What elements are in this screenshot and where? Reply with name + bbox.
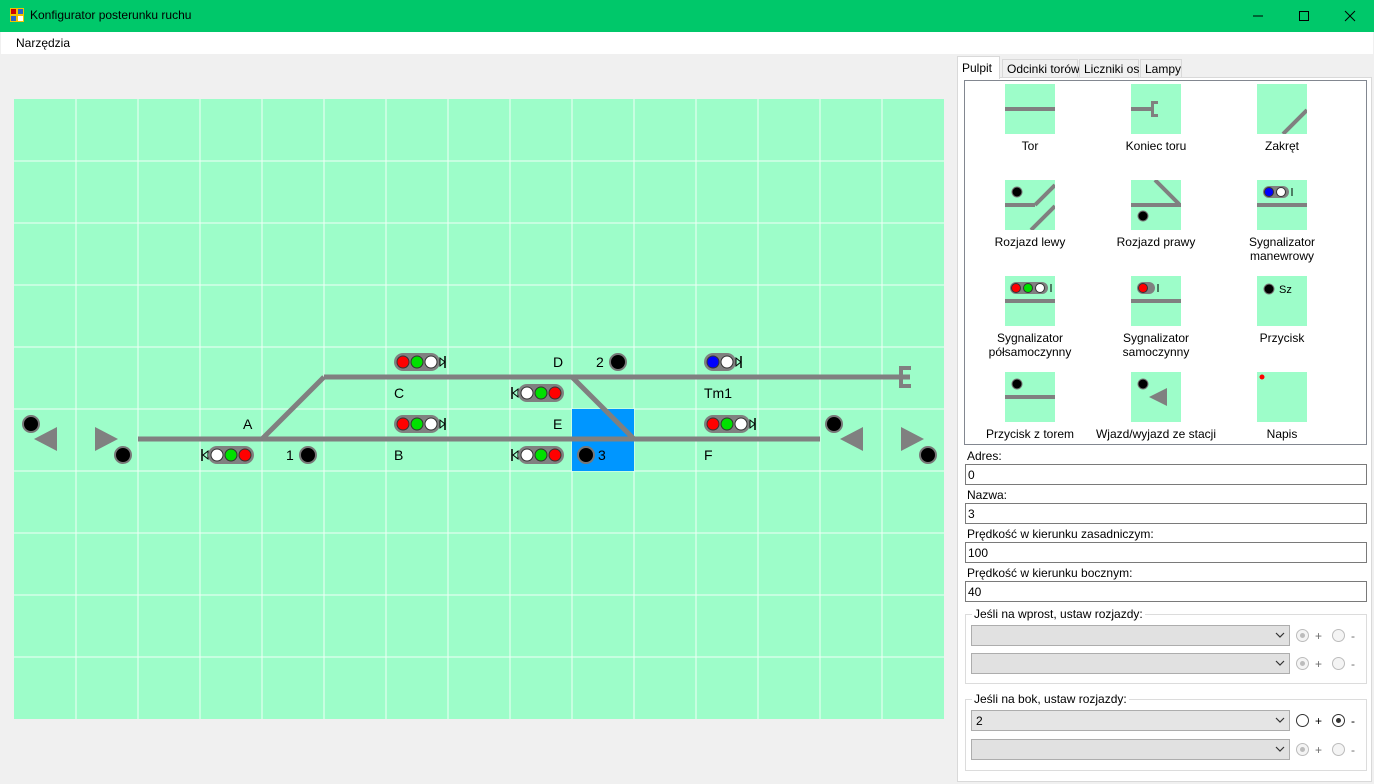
side-1-plus-radio[interactable]: [1296, 714, 1309, 727]
button-2[interactable]: [609, 353, 627, 371]
curve-icon: [1281, 108, 1307, 134]
layout-diagram: [14, 99, 944, 719]
tab-pulpit[interactable]: Pulpit: [957, 56, 1000, 79]
straight-2-plus-radio[interactable]: [1296, 657, 1309, 670]
maximize-icon: [1299, 11, 1309, 21]
chevron-down-icon: [1275, 746, 1285, 752]
signal-c[interactable]: [394, 353, 446, 371]
track-icon: [1005, 107, 1055, 111]
layout-grid[interactable]: A 1 C B D 2 E 3 Tm1 F: [14, 99, 944, 719]
palette-item-button[interactable]: Sz Przycisk: [1219, 276, 1345, 345]
label-b: B: [394, 447, 404, 463]
label-3: 3: [598, 447, 606, 463]
palette-item-button-with-track[interactable]: Przycisk z torem: [967, 372, 1093, 441]
side-switches-group: Jeśli na bok, ustaw rozjazdy: 2 + - + -: [965, 692, 1367, 771]
title-bar: Konfigurator posterunku ruchu: [0, 0, 1374, 32]
chevron-down-icon: [1275, 660, 1285, 666]
side-1-minus-radio[interactable]: [1332, 714, 1345, 727]
button-3[interactable]: [577, 446, 595, 464]
name-field[interactable]: 3: [965, 503, 1367, 524]
close-icon: [1344, 10, 1356, 22]
grid-lines: [14, 99, 944, 719]
switch-left-icon: [1005, 183, 1055, 230]
label-f: F: [704, 447, 713, 463]
station-entry-left[interactable]: [22, 415, 57, 451]
close-button[interactable]: [1327, 0, 1373, 32]
signal-a[interactable]: [201, 446, 254, 464]
side-group-legend: Jeśli na bok, ustaw rozjazdy:: [972, 692, 1129, 706]
switch-1-branch[interactable]: [260, 375, 326, 441]
chevron-down-icon: [1275, 632, 1285, 638]
label-e: E: [553, 416, 563, 432]
auto-signal-icon: [1131, 282, 1181, 303]
button-track-icon: [1005, 378, 1055, 399]
palette-item-switch-left[interactable]: Rozjazd lewy: [967, 180, 1093, 249]
menu-tools[interactable]: Narzędzia: [16, 36, 70, 50]
tab-page-pulpit: Tor Koniec toru Zakręt Rozjazd lewy Rozj…: [957, 77, 1372, 782]
station-exit-right[interactable]: [901, 427, 937, 464]
name-label: Nazwa:: [967, 488, 1008, 502]
speed-side-label: Prędkość w kierunku bocznym:: [967, 566, 1133, 580]
minimize-button[interactable]: [1235, 0, 1281, 32]
menu-bar: Narzędzia: [1, 32, 1373, 54]
label-d: D: [553, 354, 564, 370]
straight-group-legend: Jeśli na wprost, ustaw rozjazdy:: [972, 607, 1145, 621]
straight-switches-group: Jeśli na wprost, ustaw rozjazdy: + - + -: [965, 607, 1367, 684]
station-exit-left[interactable]: [95, 427, 132, 464]
tab-track-sections[interactable]: Odcinki torów: [1002, 59, 1080, 78]
side-2-plus-radio[interactable]: [1296, 743, 1309, 756]
label-tm1: Tm1: [704, 385, 732, 401]
label-2: 2: [596, 354, 604, 370]
station-entry-icon: [1137, 378, 1167, 406]
palette-item-track[interactable]: Tor: [967, 84, 1093, 153]
side-switch-combo-1[interactable]: 2: [971, 710, 1290, 731]
straight-2-minus-radio[interactable]: [1332, 657, 1345, 670]
button-1[interactable]: [299, 446, 317, 464]
straight-switch-combo-1[interactable]: [971, 625, 1290, 646]
tab-axle-counters[interactable]: Liczniki osi: [1079, 59, 1142, 78]
window-title: Konfigurator posterunku ruchu: [30, 8, 192, 22]
address-label: Adres:: [967, 449, 1002, 463]
palette-item-semi-auto-signal[interactable]: Sygnalizator półsamoczynny: [967, 276, 1093, 359]
button-icon: Sz: [1263, 283, 1292, 296]
signal-e[interactable]: [511, 446, 564, 464]
palette-item-curve[interactable]: Zakręt: [1219, 84, 1345, 153]
signal-f[interactable]: [704, 415, 756, 433]
label-a: A: [243, 416, 253, 432]
palette-item-station-entry[interactable]: Wjazd/wyjazd ze stacji: [1093, 372, 1219, 441]
label-1: 1: [286, 447, 294, 463]
element-palette: Tor Koniec toru Zakręt Rozjazd lewy Rozj…: [964, 80, 1367, 445]
properties-panel: Pulpit Odcinki torów Liczniki osi Lampy …: [955, 54, 1374, 784]
label-c: C: [394, 385, 405, 401]
speed-main-field[interactable]: 100: [965, 542, 1367, 563]
speed-main-label: Prędkość w kierunku zasadniczym:: [967, 527, 1154, 541]
palette-item-track-end[interactable]: Koniec toru: [1093, 84, 1219, 153]
speed-side-field[interactable]: 40: [965, 581, 1367, 602]
chevron-down-icon: [1275, 717, 1285, 723]
side-2-minus-radio[interactable]: [1332, 743, 1345, 756]
button-icon-text: Sz: [1279, 284, 1292, 296]
straight-1-plus-radio[interactable]: [1296, 629, 1309, 642]
tab-lamps[interactable]: Lampy: [1140, 59, 1182, 78]
palette-item-shunting-signal[interactable]: Sygnalizator manewrowy: [1219, 180, 1345, 263]
signal-b[interactable]: [394, 415, 446, 433]
side-switch-combo-2[interactable]: [971, 739, 1290, 760]
semi-auto-signal-icon: [1005, 282, 1055, 303]
palette-item-label[interactable]: Napis: [1219, 372, 1345, 441]
switch-right-icon: [1131, 180, 1181, 222]
signal-tm1[interactable]: [704, 353, 742, 371]
label-icon: [1259, 374, 1265, 380]
straight-1-minus-radio[interactable]: [1332, 629, 1345, 642]
maximize-button[interactable]: [1281, 0, 1327, 32]
palette-item-auto-signal[interactable]: Sygnalizator samoczynny: [1093, 276, 1219, 359]
app-icon: [10, 8, 24, 22]
station-entry-right[interactable]: [825, 415, 863, 451]
track-end-icon: [1131, 101, 1158, 117]
address-field[interactable]: 0: [965, 464, 1367, 485]
palette-item-switch-right[interactable]: Rozjazd prawy: [1093, 180, 1219, 249]
signal-d[interactable]: [511, 384, 564, 402]
shunting-signal-icon: [1257, 186, 1307, 207]
minimize-icon: [1253, 15, 1263, 17]
straight-switch-combo-2[interactable]: [971, 653, 1290, 674]
